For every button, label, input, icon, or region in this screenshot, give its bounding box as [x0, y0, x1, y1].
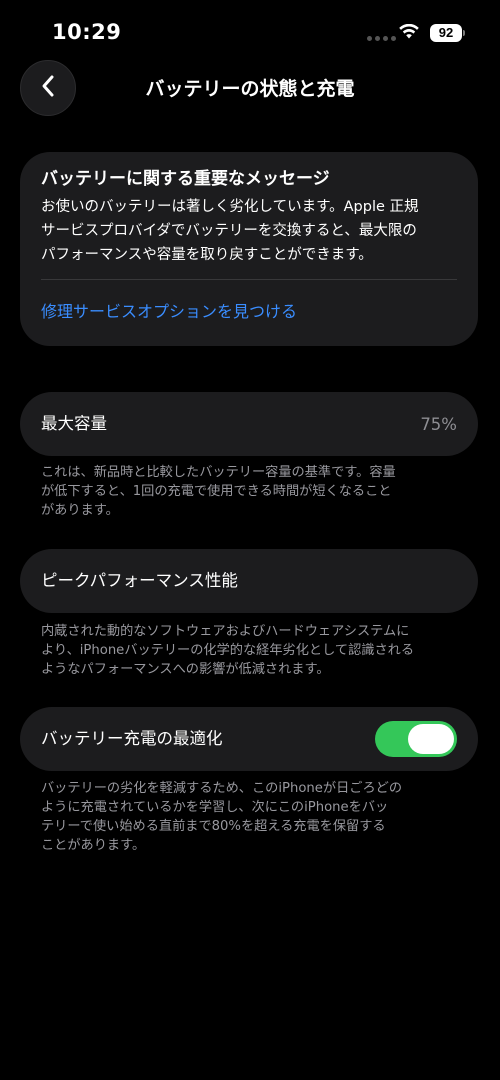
note-line: バッテリーの劣化を軽減するため、このiPhoneが日ごろどの — [41, 781, 403, 796]
note-line: ようなパフォーマンスへの影響が低減されます。 — [41, 662, 330, 677]
battery-message-card: バッテリーに関する重要なメッセージ お使いのバッテリーは著しく劣化しています。A… — [20, 152, 478, 346]
charging-optimization-row: バッテリー充電の最適化 — [20, 707, 478, 771]
signal-dots-icon — [367, 36, 396, 41]
message-line: サービスプロバイダでバッテリーを交換すると、最大限の — [41, 223, 417, 239]
note-line: ように充電されているかを学習し、次にこのiPhoneをバッ — [41, 800, 389, 815]
message-line: お使いのバッテリーは著しく劣化しています。Apple 正規 — [41, 199, 419, 215]
note-line: が低下すると、1回の充電で使用できる時間が短くなること — [41, 484, 392, 499]
page-title: バッテリーの状態と充電 — [145, 78, 355, 100]
message-line: パフォーマンスや容量を取り戻すことができます。 — [41, 247, 373, 263]
battery-tip — [463, 30, 465, 36]
maximum-capacity-row: 最大容量 75% — [20, 392, 478, 456]
note-line: これは、新品時と比較したバッテリー容量の基準です。容量 — [41, 465, 396, 480]
battery-icon: 92 — [430, 24, 462, 42]
maximum-capacity-note: これは、新品時と比較したバッテリー容量の基準です。容量 が低下すると、1回の充電… — [41, 463, 461, 520]
peak-performance-label: ピークパフォーマンス性能 — [41, 571, 238, 590]
status-time: 10:29 — [52, 20, 122, 44]
note-line: ことがあります。 — [41, 838, 146, 853]
peak-performance-note: 内蔵された動的なソフトウェアおよびハードウェアシステムに より、iPhoneバッ… — [41, 622, 461, 679]
maximum-capacity-label: 最大容量 — [41, 414, 107, 433]
charging-optimization-note: バッテリーの劣化を軽減するため、このiPhoneが日ごろどの ように充電されてい… — [41, 779, 461, 855]
back-button[interactable] — [20, 60, 76, 116]
note-line: テリーで使い始める直前まで80%を超える充電を保留する — [41, 819, 386, 834]
maximum-capacity-value: 75% — [420, 414, 457, 434]
card-divider — [41, 279, 457, 280]
toggle-knob — [408, 724, 454, 754]
wifi-icon — [398, 23, 420, 44]
charging-optimization-label: バッテリー充電の最適化 — [41, 729, 223, 748]
note-line: より、iPhoneバッテリーの化学的な経年劣化として認識される — [41, 643, 415, 658]
peak-performance-row: ピークパフォーマンス性能 — [20, 549, 478, 613]
note-line: があります。 — [41, 503, 119, 518]
status-bar: 10:29 92 — [0, 0, 500, 64]
chevron-left-icon — [40, 74, 56, 102]
charging-optimization-toggle[interactable] — [375, 721, 457, 757]
find-repair-options-link[interactable]: 修理サービスオプションを見つける — [41, 300, 457, 324]
message-body: お使いのバッテリーは著しく劣化しています。Apple 正規 サービスプロバイダで… — [41, 195, 457, 267]
note-line: 内蔵された動的なソフトウェアおよびハードウェアシステムに — [41, 624, 410, 639]
message-title: バッテリーに関する重要なメッセージ — [41, 169, 330, 189]
